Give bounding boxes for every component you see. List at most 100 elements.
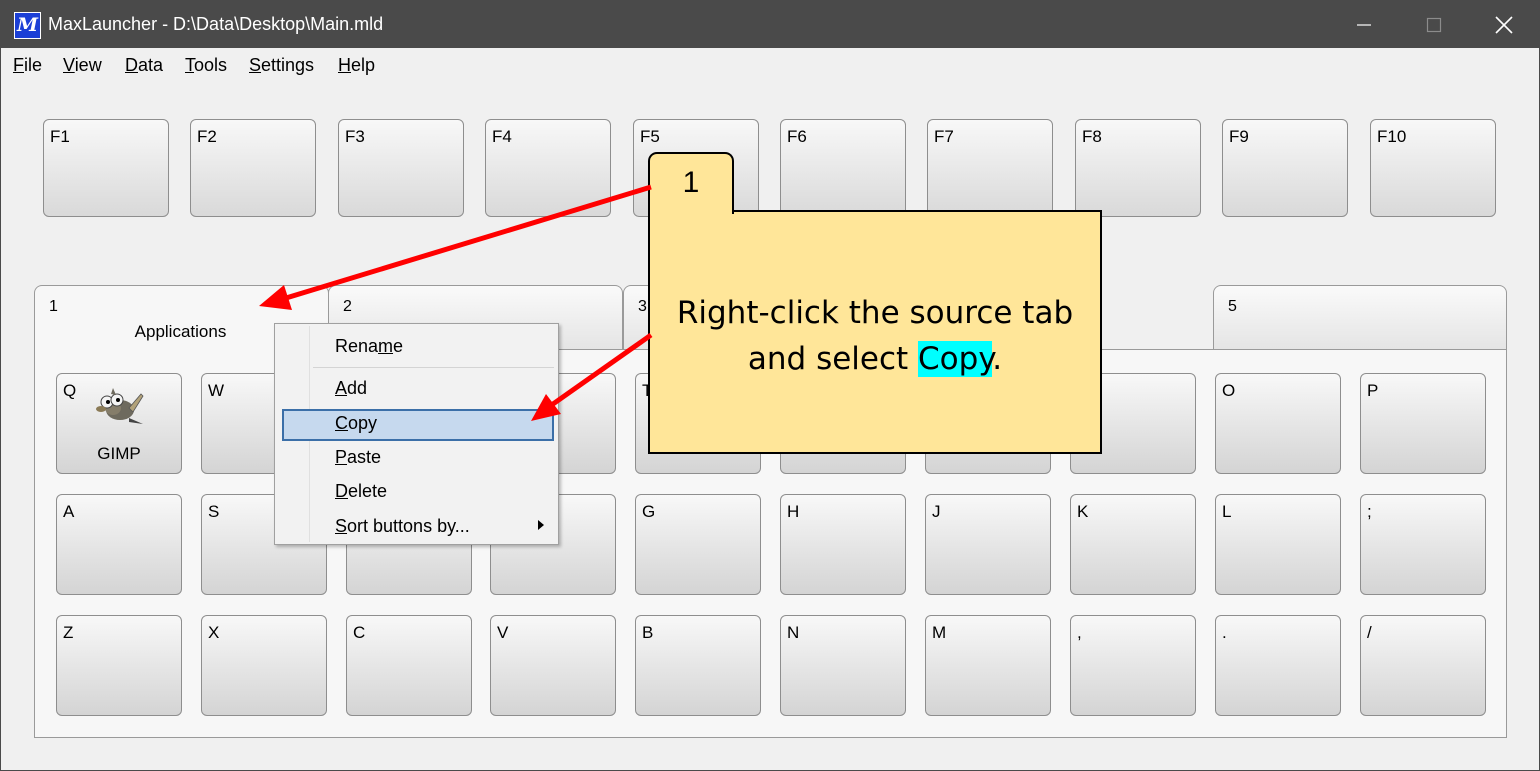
key-label: H [787, 502, 800, 521]
menu-item-delete[interactable]: Delete [335, 481, 387, 502]
key-label: F9 [1229, 127, 1249, 146]
callout-text: Right-click the source tab and select Co… [650, 290, 1100, 382]
key-label: F8 [1082, 127, 1102, 146]
key-label: , [1077, 623, 1082, 642]
key-comma[interactable]: , [1070, 615, 1196, 716]
key-label: L [1222, 502, 1232, 521]
tab-number: 2 [343, 298, 352, 315]
menu-item-copy[interactable]: Copy [335, 413, 377, 434]
tab-number: 3 [638, 298, 647, 315]
key-q[interactable]: Q GIMP [56, 373, 182, 474]
key-label: C [353, 623, 366, 642]
minimize-icon [1357, 24, 1371, 26]
key-label: X [208, 623, 220, 642]
key-label: F1 [50, 127, 70, 146]
menu-file[interactable]: File [13, 55, 42, 76]
function-key-f2[interactable]: F2 [190, 119, 316, 217]
key-label: K [1077, 502, 1089, 521]
key-x[interactable]: X [201, 615, 327, 716]
key-v[interactable]: V [490, 615, 616, 716]
callout-line-2: and select Copy. [747, 341, 1003, 377]
key-m[interactable]: M [925, 615, 1051, 716]
menu-item-rename[interactable]: Rename [335, 336, 403, 357]
tab-5[interactable]: 5 [1213, 285, 1507, 351]
menu-settings[interactable]: Settings [249, 55, 314, 76]
title-bar[interactable]: M MaxLauncher - D:\Data\Desktop\Main.mld [1, 1, 1539, 48]
menu-data[interactable]: Data [125, 55, 163, 76]
key-label: B [642, 623, 654, 642]
key-label: F3 [345, 127, 365, 146]
key-g[interactable]: G [635, 494, 761, 595]
key-n[interactable]: N [780, 615, 906, 716]
close-button[interactable] [1469, 1, 1539, 48]
menu-item-add[interactable]: Add [335, 378, 367, 399]
function-key-f1[interactable]: F1 [43, 119, 169, 217]
function-key-f6[interactable]: F6 [780, 119, 906, 217]
function-key-f10[interactable]: F10 [1370, 119, 1496, 217]
tab-number: 5 [1228, 298, 1237, 315]
key-label: P [1367, 381, 1379, 400]
function-key-f3[interactable]: F3 [338, 119, 464, 217]
maximize-icon [1426, 17, 1442, 33]
key-o[interactable]: O [1215, 373, 1341, 474]
key-label: O [1222, 381, 1236, 400]
key-label: F5 [640, 127, 660, 146]
maxlauncher-window: M MaxLauncher - D:\Data\Desktop\Main.mld… [0, 0, 1540, 771]
function-key-f8[interactable]: F8 [1075, 119, 1201, 217]
menu-view[interactable]: View [63, 55, 102, 76]
key-label: S [208, 502, 220, 521]
menu-tools[interactable]: Tools [185, 55, 227, 76]
key-semicolon[interactable]: ; [1360, 494, 1486, 595]
menu-separator [313, 367, 554, 368]
key-a[interactable]: A [56, 494, 182, 595]
key-label: W [208, 381, 225, 400]
key-j[interactable]: J [925, 494, 1051, 595]
key-label: F4 [492, 127, 512, 146]
key-label: Q [63, 381, 77, 400]
key-label: V [497, 623, 509, 642]
tab-number: 1 [49, 298, 58, 315]
key-l[interactable]: L [1215, 494, 1341, 595]
callout-step-tab: 1 [648, 152, 734, 214]
maxlauncher-icon: M [14, 12, 41, 39]
key-label: F10 [1377, 127, 1407, 146]
key-k[interactable]: K [1070, 494, 1196, 595]
key-label: N [787, 623, 800, 642]
key-label: . [1222, 623, 1227, 642]
submenu-arrow-icon [538, 520, 544, 530]
callout-highlight: Copy [918, 341, 993, 377]
key-label: Z [63, 623, 74, 642]
callout-line-1: Right-click the source tab [676, 295, 1074, 331]
maximize-button[interactable] [1399, 1, 1469, 48]
key-label: F2 [197, 127, 217, 146]
function-key-f4[interactable]: F4 [485, 119, 611, 217]
minimize-button[interactable] [1329, 1, 1399, 48]
menu-item-copy-highlight [282, 409, 554, 441]
function-key-f9[interactable]: F9 [1222, 119, 1348, 217]
key-app-name: GIMP [97, 444, 141, 463]
key-label: F6 [787, 127, 807, 146]
key-label: M [932, 623, 947, 642]
key-label: A [63, 502, 75, 521]
key-b[interactable]: B [635, 615, 761, 716]
key-z[interactable]: Z [56, 615, 182, 716]
function-key-f7[interactable]: F7 [927, 119, 1053, 217]
menu-item-paste[interactable]: Paste [335, 447, 381, 468]
callout-step-number: 1 [682, 166, 700, 199]
window-title: MaxLauncher - D:\Data\Desktop\Main.mld [48, 14, 384, 34]
menu-help[interactable]: Help [338, 55, 375, 76]
key-slash[interactable]: / [1360, 615, 1486, 716]
key-label: / [1367, 623, 1372, 642]
menu-bar: File View Data Tools Settings Help [1, 49, 1539, 81]
menu-item-sort-buttons[interactable]: Sort buttons by... [335, 516, 470, 537]
tab-context-menu: Rename Add Copy Paste Delete Sort button… [274, 323, 559, 545]
key-label: J [932, 502, 941, 521]
key-label: F7 [934, 127, 954, 146]
key-label: G [642, 502, 656, 521]
gimp-icon [96, 388, 144, 424]
key-period[interactable]: . [1215, 615, 1341, 716]
key-label: ; [1367, 502, 1372, 521]
key-p[interactable]: P [1360, 373, 1486, 474]
key-c[interactable]: C [346, 615, 472, 716]
key-h[interactable]: H [780, 494, 906, 595]
